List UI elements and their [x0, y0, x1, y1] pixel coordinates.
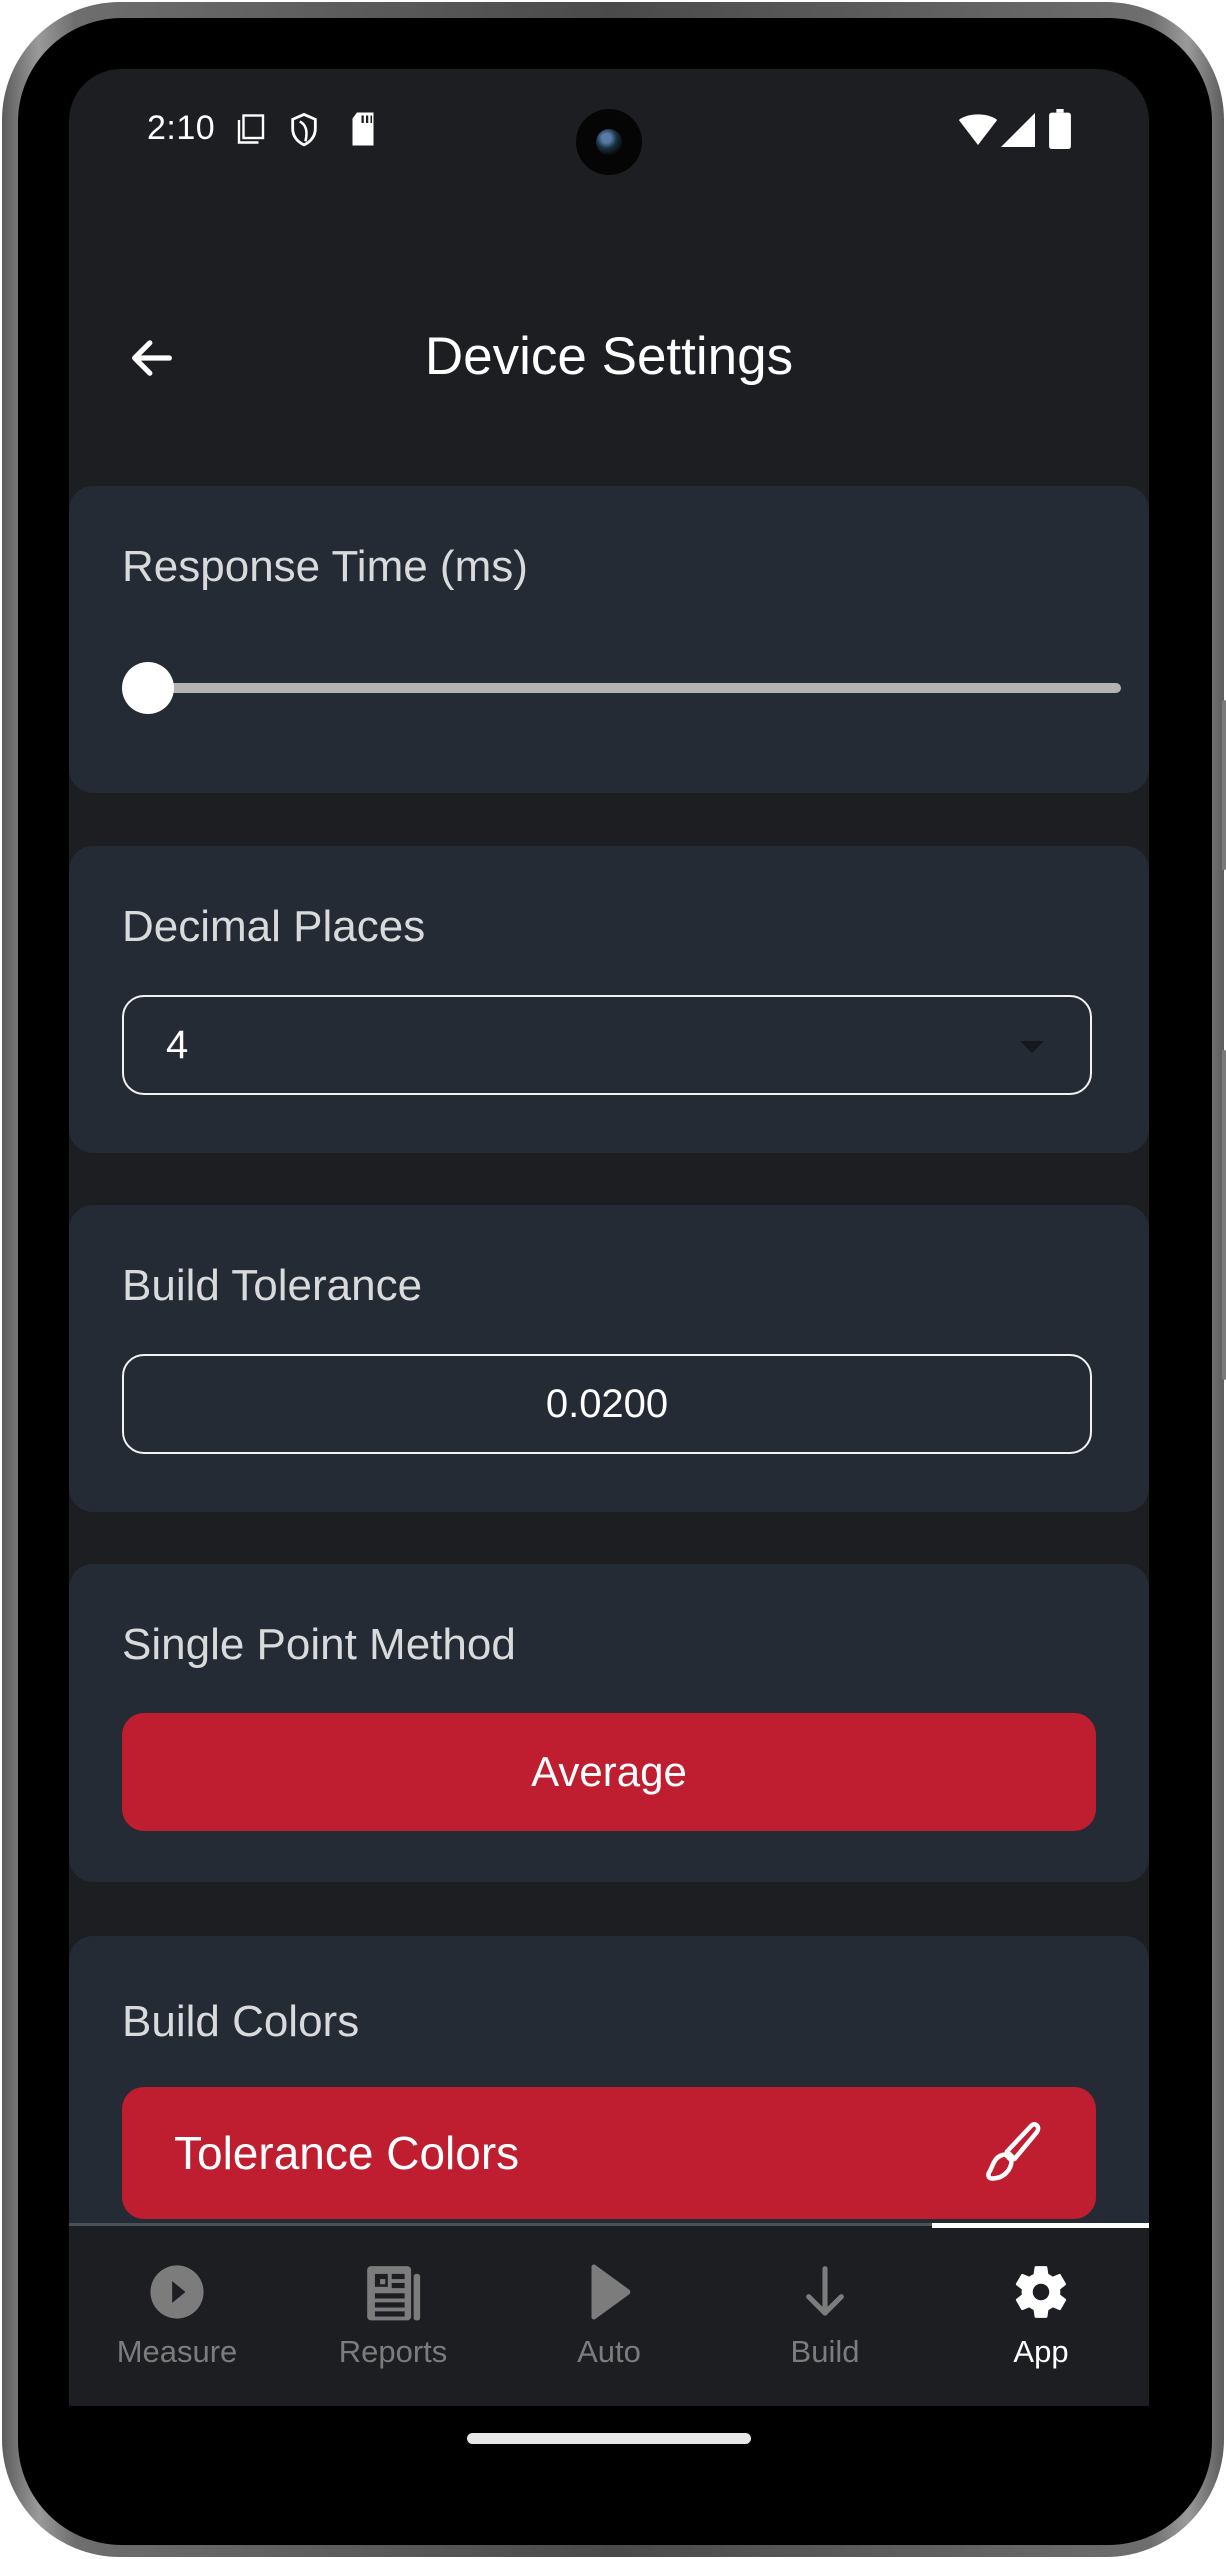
page-title: Device Settings [424, 327, 794, 386]
newspaper-icon [367, 2266, 421, 2321]
nav-label-auto: Auto [577, 2334, 641, 2369]
single-point-method-value: Average [531, 1748, 687, 1795]
response-time-slider-thumb[interactable] [122, 662, 174, 714]
build-tolerance-card: Build Tolerance 0.0200 [69, 1205, 1149, 1512]
caret-down-icon [1020, 1041, 1044, 1053]
nav-label-app: App [1013, 2334, 1069, 2369]
front-camera [576, 109, 642, 175]
play-icon [591, 2264, 631, 2320]
nav-item-build[interactable]: Build [717, 2226, 933, 2406]
build-colors-label: Build Colors [122, 1997, 360, 2046]
tolerance-colors-button[interactable]: Tolerance Colors [122, 2087, 1096, 2219]
build-tolerance-label: Build Tolerance [122, 1261, 423, 1310]
battery-icon [1049, 109, 1071, 149]
response-time-card: Response Time (ms) [69, 486, 1149, 793]
wifi-icon [958, 114, 998, 145]
response-time-label: Response Time (ms) [122, 542, 528, 591]
tolerance-colors-label: Tolerance Colors [174, 2127, 520, 2179]
phone-power-button [1222, 700, 1226, 870]
decimal-places-selected: 4 [166, 1023, 189, 1067]
single-point-method-label: Single Point Method [122, 1620, 516, 1669]
bottom-navigation: Measure Reports Auto Build App [69, 2223, 1149, 2406]
decimal-places-dropdown[interactable]: 4 [122, 995, 1092, 1095]
decimal-places-label: Decimal Places [122, 902, 426, 951]
nav-label-build: Build [790, 2334, 860, 2369]
nav-item-reports[interactable]: Reports [285, 2226, 501, 2406]
single-point-method-button[interactable]: Average [122, 1713, 1096, 1831]
build-tolerance-input[interactable]: 0.0200 [122, 1354, 1092, 1454]
home-gesture-bar[interactable] [467, 2433, 751, 2444]
phone-volume-button [1222, 1050, 1226, 1380]
paintbrush-icon [986, 2122, 1041, 2181]
status-time: 2:10 [147, 109, 216, 147]
build-colors-card: Build Colors Tolerance Colors [69, 1936, 1149, 2256]
response-time-slider-track[interactable] [149, 683, 1121, 693]
play-circle-icon [150, 2265, 204, 2319]
shield-icon [291, 112, 317, 147]
build-tolerance-value: 0.0200 [545, 1382, 669, 1426]
nav-label-measure: Measure [116, 2334, 238, 2369]
nav-label-reports: Reports [338, 2334, 448, 2369]
screenshot-icon [237, 114, 265, 144]
sd-card-icon [352, 112, 374, 146]
arrow-down-icon [806, 2266, 844, 2316]
nav-item-measure[interactable]: Measure [69, 2226, 285, 2406]
nav-item-auto[interactable]: Auto [501, 2226, 717, 2406]
gear-icon [1015, 2266, 1067, 2318]
cellular-signal-icon [1001, 113, 1035, 147]
decimal-places-card: Decimal Places 4 [69, 846, 1149, 1153]
single-point-method-card: Single Point Method Average [69, 1564, 1149, 1882]
screen: 2:10 Device Settings Response Time (ms) [69, 69, 1149, 2406]
nav-item-app[interactable]: App [933, 2226, 1149, 2406]
